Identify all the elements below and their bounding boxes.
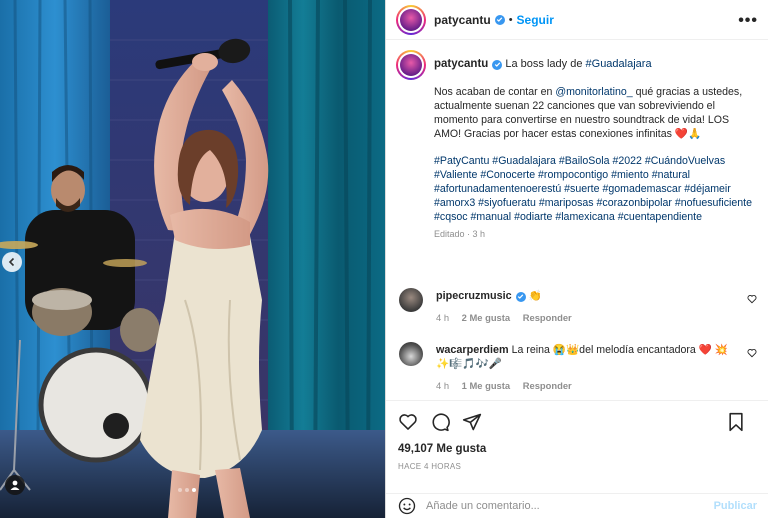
comment-likes[interactable]: 1 Me gusta [462,380,510,391]
header-separator: • [508,13,513,26]
comment-like-heart-icon[interactable] [747,348,757,358]
likes-count[interactable]: 49,107 Me gusta [398,443,757,455]
reply-button[interactable]: Responder [523,380,572,391]
author-avatar[interactable] [396,4,426,35]
verified-badge-icon [494,14,505,25]
comment-time: 4 h [436,380,450,391]
caption-edited-time: Editado · 3 h [434,229,486,239]
person-icon [10,480,20,490]
follow-button[interactable]: Seguir [517,13,554,27]
comment-like-heart-icon[interactable] [747,294,757,304]
more-options-icon[interactable]: ••• [738,12,758,30]
share-send-icon[interactable] [462,412,482,432]
publish-button[interactable]: Publicar [714,500,757,512]
comment-input[interactable] [426,500,714,512]
caption-title-hashtag[interactable]: #Guadalajara [586,58,652,70]
post-caption: patycantu La boss lady de #Guadalajara N… [396,50,761,239]
caption-author-avatar[interactable] [396,50,426,80]
instagram-post-view: patycantu • Seguir ••• patycantu La boss… [0,0,768,518]
bookmark-icon[interactable] [727,412,745,432]
like-heart-icon[interactable] [398,412,418,432]
mention-link[interactable]: @monitorlatino_ [555,86,632,98]
carousel-indicator [178,488,196,492]
add-comment-bar: Publicar [386,493,768,518]
comment-username[interactable]: wacarperdiem [436,344,509,356]
caption-hashtags[interactable]: #PatyCantu #Guadalajara #BailoSola #2022… [434,154,754,224]
carousel-prev-button[interactable] [2,252,22,272]
post-photo[interactable] [0,0,385,518]
verified-badge-icon [492,59,503,70]
post-side-panel: patycantu • Seguir ••• patycantu La boss… [385,0,768,518]
tagged-user-button[interactable] [5,475,25,495]
comment-bubble-icon[interactable] [430,412,450,432]
reply-button[interactable]: Responder [523,312,572,323]
carousel-dot-active [192,488,196,492]
carousel-dot [178,488,182,492]
caption-username[interactable]: patycantu [434,58,488,70]
comment-meta: 4 h 2 Me gusta Responder [436,311,736,325]
carousel-dot [185,488,189,492]
caption-title-text: La boss lady de [505,58,586,70]
caption-text: Nos acaban de contar en @monitorlatino_ … [434,85,754,141]
post-header: patycantu • Seguir ••• [386,0,768,40]
comment-meta: 4 h 1 Me gusta Responder [436,379,736,393]
comment-avatar[interactable] [399,288,423,312]
post-actions: 49,107 Me gusta HACE 4 HORAS [386,400,768,471]
comment-likes[interactable]: 2 Me gusta [462,312,510,323]
comment-item: pipecruzmusic 👏 4 h 2 Me gusta Responder [396,286,761,325]
post-timestamp: HACE 4 HORAS [398,462,462,471]
comment-item: wacarperdiem La reina 😭👑del melodía enca… [396,340,761,393]
chevron-left-icon [8,257,15,267]
comment-username[interactable]: pipecruzmusic [436,290,512,302]
comment-text: 👏 [528,290,542,302]
caption-text-start: Nos acaban de contar en [434,86,556,98]
verified-badge-icon [515,291,526,302]
stage-scene [0,0,385,518]
emoji-icon[interactable] [398,497,416,515]
caption-title: patycantu La boss lady de #Guadalajara [434,50,754,72]
author-username[interactable]: patycantu [434,13,491,27]
comment-time: 4 h [436,312,450,323]
comment-avatar[interactable] [399,342,423,366]
